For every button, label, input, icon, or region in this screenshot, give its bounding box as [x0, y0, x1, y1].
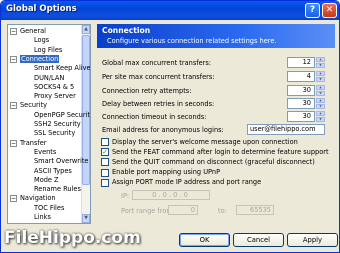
per-site-label: Per site max concurrent transfers:	[102, 73, 215, 81]
email-label: Email address for anonymous logins:	[102, 126, 224, 134]
tree-item[interactable]: Log Files	[34, 46, 62, 55]
ip-address-field[interactable]: 0 . 0 . 0 . 0	[132, 190, 210, 200]
global-max-label: Global max concurrent transfers:	[102, 59, 212, 67]
delay-label: Delay between retries in seconds:	[102, 100, 215, 108]
checkbox-label: Display the server's welcome message upo…	[112, 137, 298, 146]
port-to-label: to:	[218, 207, 227, 215]
port-from-field[interactable]: 0	[168, 205, 198, 215]
retry-input[interactable]: 30	[287, 85, 315, 96]
delay-input[interactable]: 30	[287, 98, 315, 109]
checkbox-label: Send the QUIT command on disconnect (gra…	[112, 157, 315, 166]
email-input[interactable]: user@filehippo.com	[247, 124, 325, 135]
tree-item-label: TOC Files	[34, 203, 65, 212]
tree-scrollbar[interactable]: ▲ ▼	[81, 25, 90, 223]
collapse-icon[interactable]: −	[10, 102, 17, 110]
tree-item-label: Proxy Server	[34, 92, 76, 101]
tree-item-label: Rename Rules	[34, 185, 81, 194]
tree-item[interactable]: Rename Rules	[34, 185, 81, 194]
tree-item[interactable]: ASCII Types	[34, 167, 72, 176]
filehippo-watermark-logo: FileHippo.com	[4, 228, 141, 248]
tree-item-label: Log Files	[34, 45, 63, 54]
tree-item-label: Logs	[34, 36, 50, 45]
scroll-up-arrow-icon[interactable]: ▲	[82, 25, 90, 34]
per-site-spinner[interactable]: ▲ ▼	[316, 71, 325, 82]
help-button[interactable]: ?	[305, 3, 320, 18]
checkbox[interactable]	[101, 138, 109, 146]
panel-title: Connection	[102, 26, 151, 35]
tree-item-label: SSH2 Security	[34, 120, 81, 128]
tree-item[interactable]: DUN/LAN	[34, 74, 64, 83]
tree-item[interactable]: Links	[34, 213, 51, 222]
tree-item[interactable]: Connection	[20, 54, 60, 64]
tree-item[interactable]: Logs	[34, 36, 49, 45]
tree-item[interactable]: General	[20, 27, 46, 36]
tree-item-label: General	[20, 27, 46, 35]
checkbox[interactable]: ✓	[101, 148, 109, 157]
timeout-spinner[interactable]: ▲ ▼	[316, 111, 325, 122]
tree-item-label: ASCII Types	[34, 166, 72, 175]
collapse-icon[interactable]: −	[10, 139, 17, 147]
tree-item-label: Security	[20, 101, 48, 110]
apply-button[interactable]: Apply	[287, 233, 338, 247]
checkbox-label: Enable port mapping using UPnP	[112, 168, 221, 177]
tree-item[interactable]: SSH2 Security	[34, 120, 81, 129]
tree-item[interactable]: Transfer	[20, 139, 47, 148]
tree-item[interactable]: TOC Files	[34, 204, 64, 213]
tree-item-label: Smart Overwrite	[34, 157, 89, 166]
tree-item[interactable]: Security	[20, 101, 47, 110]
window-title: Global Options	[6, 4, 77, 14]
close-button[interactable]: ✕	[322, 3, 337, 18]
tree-item[interactable]: Smart Keep Alive	[34, 64, 91, 73]
tree-item-label: Smart Keep Alive	[34, 64, 91, 73]
options-tree[interactable]: ▲ ▼ − General Logs Log Files − Connection Smar…	[7, 24, 91, 224]
cancel-button[interactable]: Cancel	[233, 233, 284, 247]
tree-item[interactable]: Mode Z	[34, 176, 59, 185]
tree-item[interactable]: Navigation	[20, 194, 56, 203]
global-max-input[interactable]: 12	[287, 57, 315, 68]
tree-item[interactable]: Events	[34, 148, 56, 157]
tree-item-label: SSL Security	[34, 129, 76, 138]
tree-item-label: Links	[34, 213, 51, 221]
port-to-field[interactable]: 65535	[236, 205, 274, 215]
checkbox[interactable]	[101, 158, 109, 167]
tree-item-label: Events	[34, 147, 57, 156]
checkbox-label: Assign PORT mode IP address and port ran…	[112, 178, 262, 187]
timeout-input[interactable]: 30	[287, 111, 315, 122]
tree-item-label: OpenPGP Security	[34, 110, 91, 119]
tree-item-label: SOCKS4 & 5	[34, 82, 75, 91]
checkbox-label: Send the FEAT command after login to det…	[112, 147, 329, 156]
tree-item[interactable]: SSL Security	[34, 129, 75, 138]
checkbox[interactable]	[101, 168, 109, 177]
timeout-label: Connection timeout in seconds:	[102, 113, 207, 121]
collapse-icon[interactable]: −	[10, 55, 17, 63]
ip-label: IP:	[121, 192, 130, 200]
global-options-window: Global Options ? ✕ ▲ ▼ − General Logs Log F…	[0, 0, 340, 253]
tree-item-label: Mode Z	[34, 175, 59, 184]
tree-item[interactable]: SOCKS4 & 5	[34, 83, 74, 92]
tree-item[interactable]: Smart Overwrite	[34, 157, 88, 166]
ok-button[interactable]: OK	[179, 233, 230, 247]
panel-subtitle: Configure various connection related set…	[107, 37, 277, 45]
tree-item-label: Transfer	[20, 138, 47, 147]
retry-spinner[interactable]: ▲ ▼	[316, 85, 325, 96]
tree-item[interactable]: Proxy Server	[34, 92, 76, 101]
retry-label: Connection retry attempts:	[102, 87, 192, 95]
tree-item-label: DUN/LAN	[34, 73, 65, 82]
collapse-icon[interactable]: −	[10, 195, 17, 203]
tree-item-label: Connection	[20, 54, 60, 63]
per-site-input[interactable]: 4	[287, 71, 315, 82]
delay-spinner[interactable]: ▲ ▼	[316, 98, 325, 109]
collapse-icon[interactable]: −	[10, 28, 17, 35]
panel-header: Connection Configure various connection …	[97, 24, 335, 48]
scroll-down-arrow-icon[interactable]: ▼	[82, 214, 90, 223]
port-range-label: Port range from:	[121, 207, 176, 215]
tree-item[interactable]: OpenPGP Security	[34, 110, 91, 120]
checkbox[interactable]	[101, 178, 109, 187]
global-max-spinner[interactable]: ▲ ▼	[316, 57, 325, 68]
tree-item-label: Navigation	[20, 194, 56, 203]
title-bar[interactable]: Global Options ? ✕	[1, 1, 339, 20]
